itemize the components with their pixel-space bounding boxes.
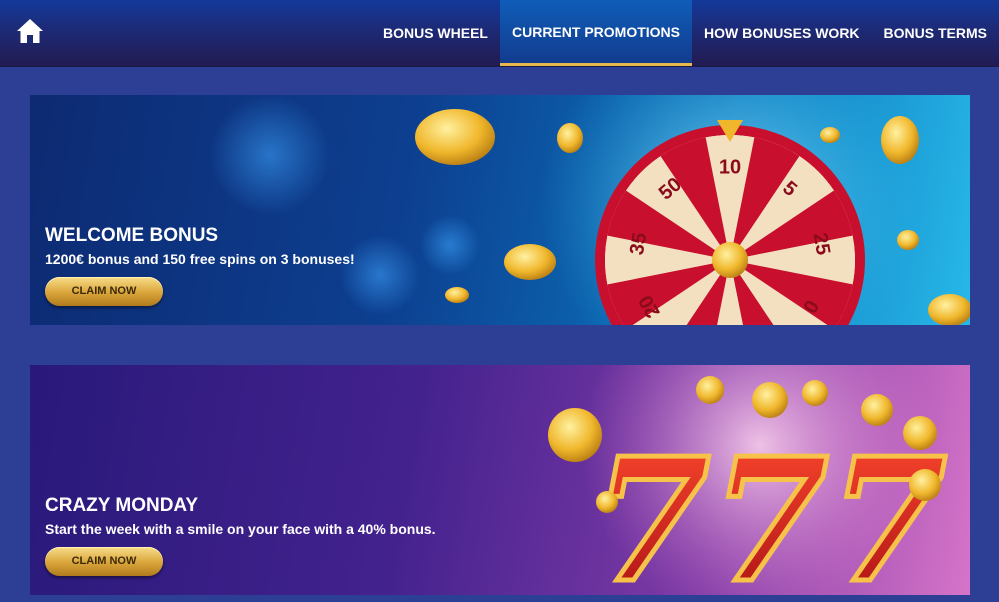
gold-coin	[881, 116, 919, 164]
top-navigation-bar: BONUS WHEEL CURRENT PROMOTIONS HOW BONUS…	[0, 0, 999, 67]
nav-how-bonuses-work[interactable]: HOW BONUSES WORK	[692, 0, 872, 66]
home-icon[interactable]	[15, 16, 45, 46]
nav-bonus-wheel[interactable]: BONUS WHEEL	[371, 0, 500, 66]
gold-coin	[504, 244, 556, 280]
gold-coin	[557, 123, 583, 153]
slot-777-icon: 777	[590, 419, 950, 596]
main-nav: BONUS WHEEL CURRENT PROMOTIONS HOW BONUS…	[371, 0, 999, 66]
gold-coin	[897, 230, 919, 250]
slot-symbol-text: 777	[593, 421, 948, 595]
bokeh-light	[210, 95, 330, 215]
bokeh-light	[420, 215, 480, 275]
gold-coin	[415, 109, 495, 165]
gold-coin	[820, 127, 840, 143]
promo-banner-crazy-monday: 777 CRAZY MONDAY Start the week with a s…	[30, 365, 970, 595]
gold-coin	[548, 408, 602, 462]
claim-now-button[interactable]: CLAIM NOW	[45, 277, 163, 306]
promo-banner-welcome-bonus: 105250505203550 WELCOME BONUS 1200€ bonu…	[30, 95, 970, 325]
nav-bonus-terms[interactable]: BONUS TERMS	[872, 0, 999, 66]
claim-now-button[interactable]: CLAIM NOW	[45, 547, 163, 576]
promo-title: CRAZY MONDAY	[45, 495, 199, 516]
wheel-number: 25	[809, 231, 835, 257]
gold-coin	[696, 376, 724, 404]
gold-coin	[802, 380, 828, 406]
gold-coin	[928, 294, 970, 325]
promo-description: Start the week with a smile on your face…	[45, 521, 436, 537]
nav-current-promotions[interactable]: CURRENT PROMOTIONS	[499, 0, 692, 66]
gold-coin	[861, 394, 893, 426]
gold-coin	[445, 287, 469, 303]
wheel-number: 35	[626, 231, 652, 257]
promo-description: 1200€ bonus and 150 free spins on 3 bonu…	[45, 251, 355, 267]
wheel-number: 10	[719, 156, 741, 178]
gold-coin	[903, 416, 937, 450]
promo-content: CRAZY MONDAY Start the week with a smile…	[45, 495, 436, 576]
gold-coin	[596, 491, 618, 513]
promo-title: WELCOME BONUS	[45, 225, 219, 246]
gold-coin	[752, 382, 788, 418]
promo-content: WELCOME BONUS 1200€ bonus and 150 free s…	[45, 225, 355, 306]
gold-coin	[909, 469, 941, 501]
